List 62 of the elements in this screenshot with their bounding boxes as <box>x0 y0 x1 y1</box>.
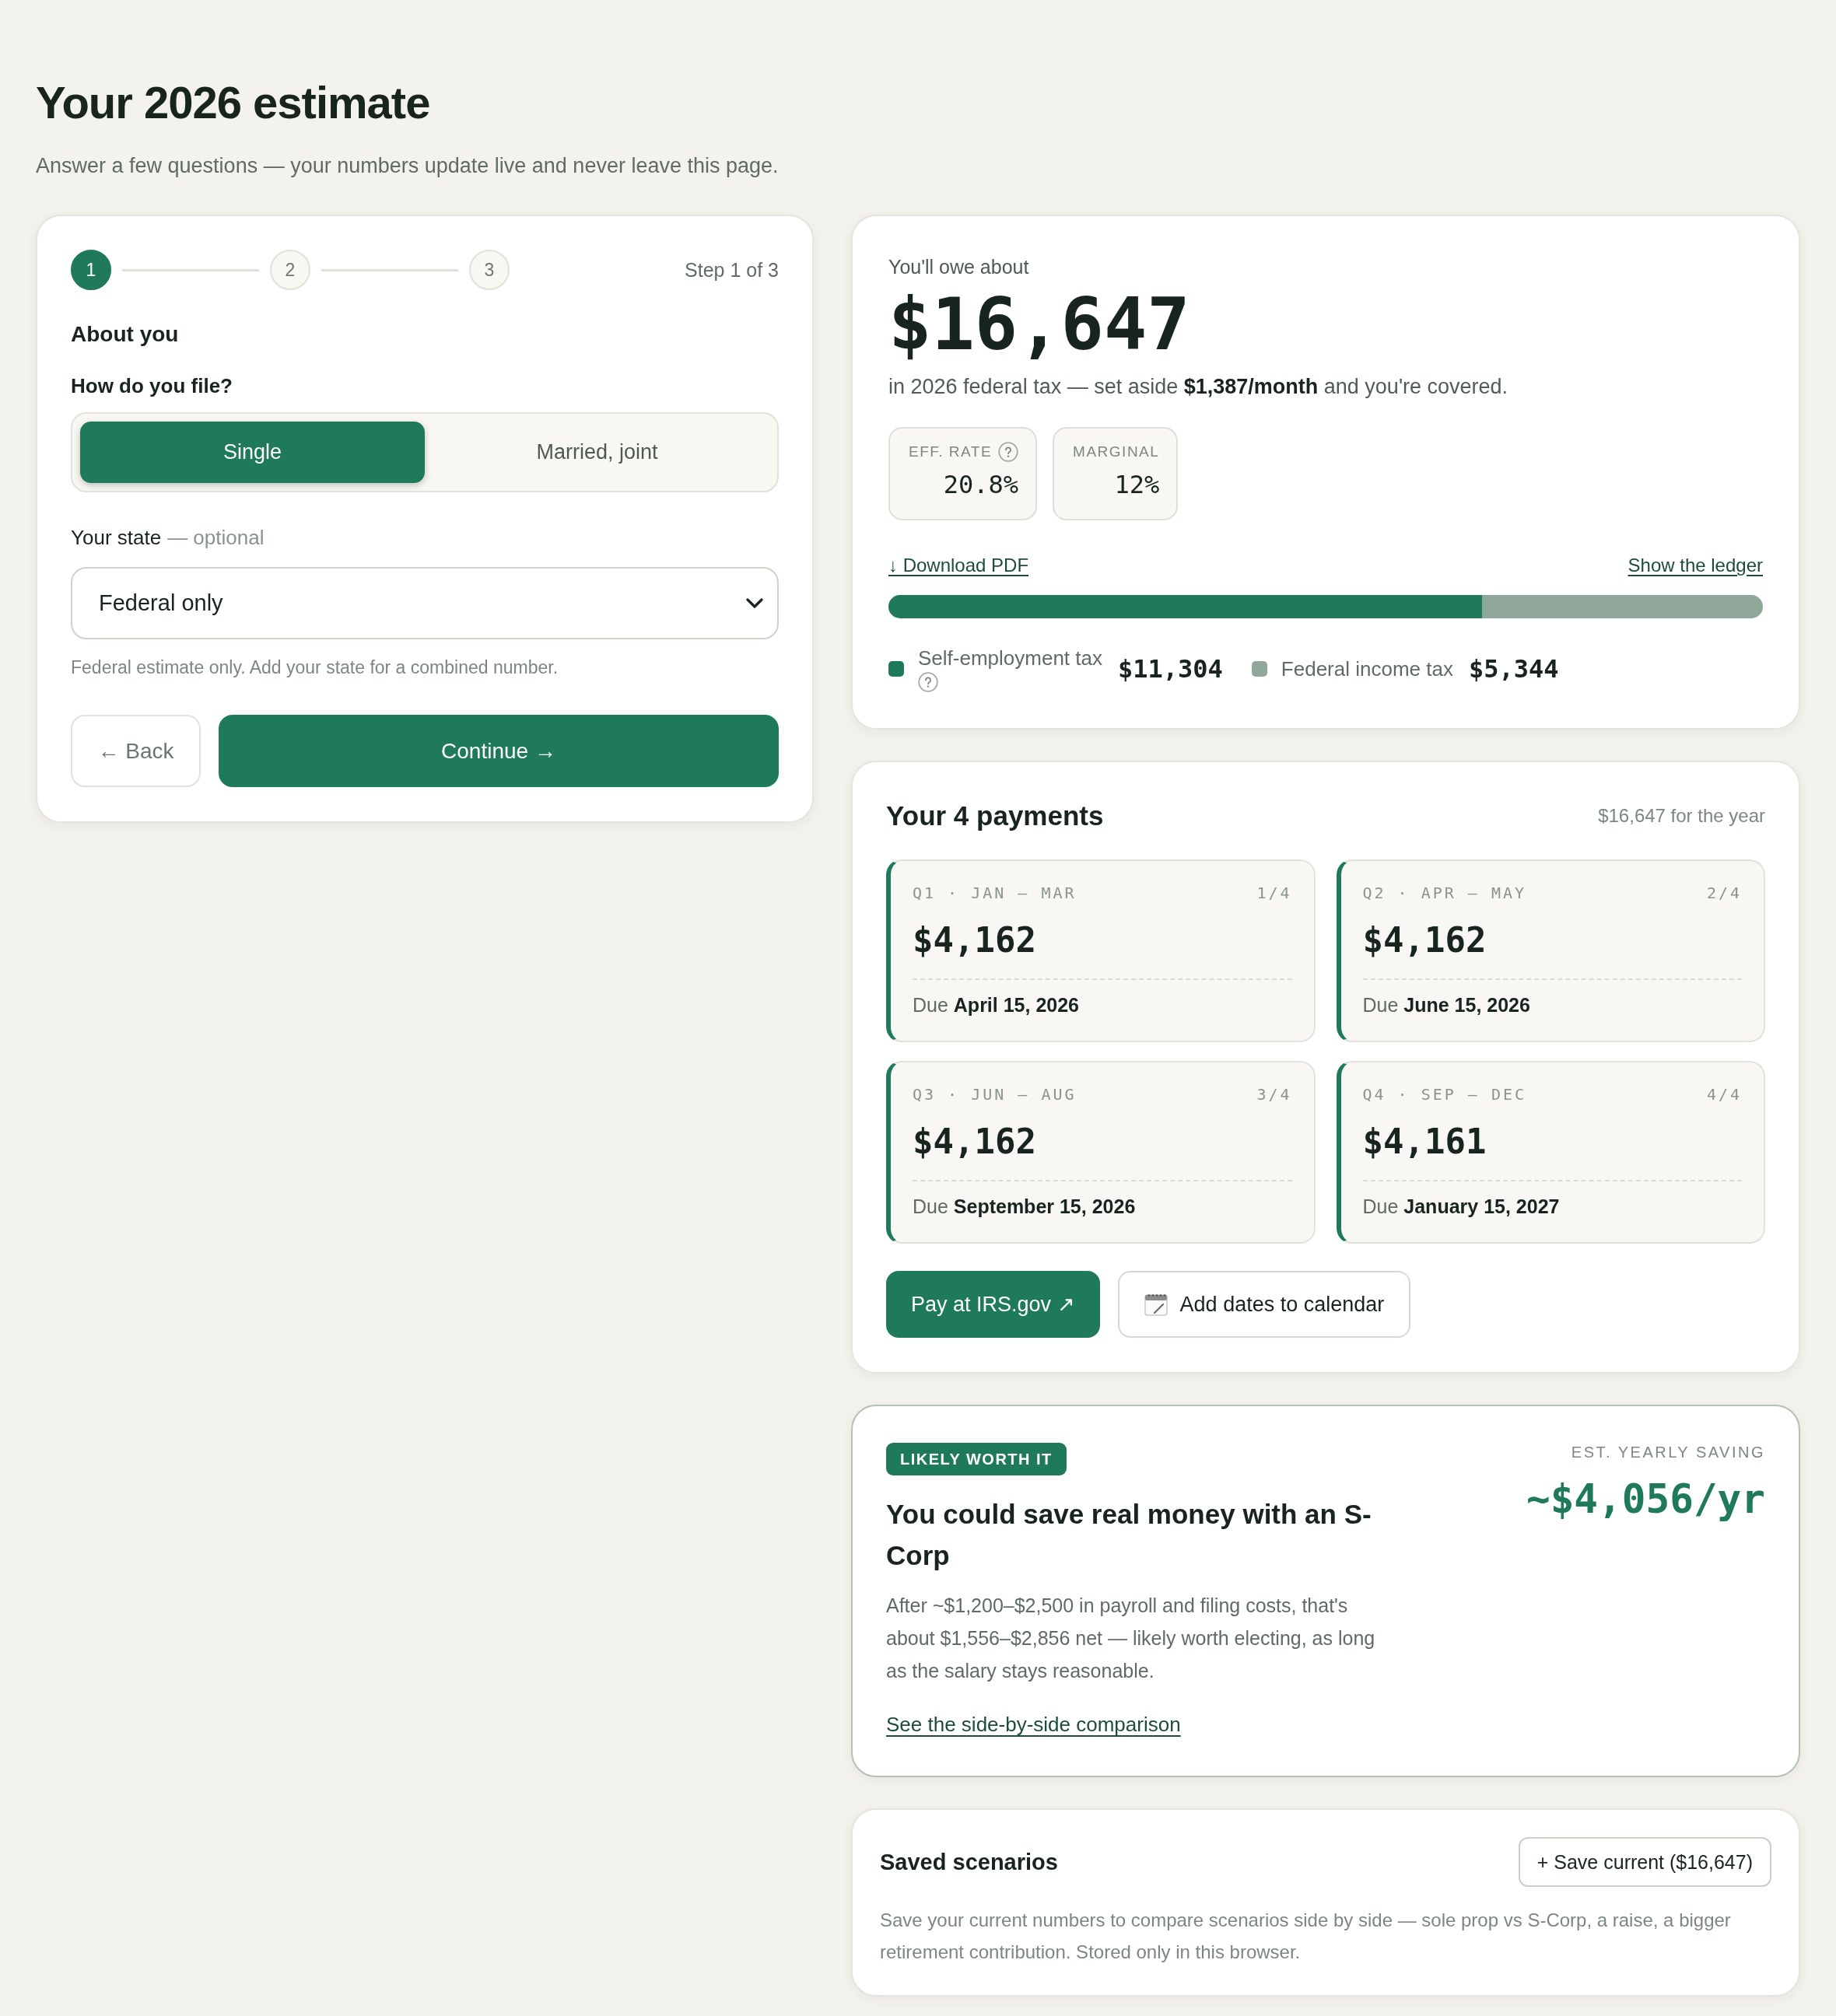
quarter-label: Q2 · APR – MAY <box>1362 883 1527 904</box>
pay-button[interactable]: Pay at IRS.gov ↗ <box>886 1271 1100 1338</box>
legend-label: Federal income tax <box>1281 656 1453 681</box>
field-label: Your state <box>71 525 162 551</box>
card-title: You could save real money with an S-Corp <box>886 1498 1372 1572</box>
estimate-total: $16,647 <box>888 285 1190 364</box>
calendar-icon <box>1144 1293 1168 1316</box>
calendar-button[interactable]: Add dates to calendar <box>1117 1271 1411 1338</box>
comparison-link[interactable]: See the side-by-side comparison <box>886 1712 1181 1737</box>
card-title: Your 4 payments <box>886 800 1104 832</box>
step-caption: Step 1 of 3 <box>685 258 779 282</box>
back-button[interactable]: ← Back <box>71 715 201 787</box>
estimate-sentence: in 2026 federal tax — set aside $1,387/month and you're covered. <box>888 374 1508 400</box>
stat-value: 12% <box>1114 469 1160 500</box>
payment-amount: $4,161 <box>1362 1121 1487 1163</box>
quarter-index: 3/4 <box>1256 1084 1292 1105</box>
due-date: Due June 15, 2026 <box>1362 993 1530 1017</box>
help-icon[interactable] <box>918 672 938 692</box>
field-label: How do you file? <box>71 373 233 399</box>
legend-amount: $5,344 <box>1468 653 1559 684</box>
optional-note: — optional <box>167 525 265 551</box>
stat-label: EFF. RATE <box>909 443 993 461</box>
payment-amount: $4,162 <box>913 919 1036 961</box>
chevron-down-icon <box>746 597 763 609</box>
hint-text: Federal estimate only. Add your state for a combined number. <box>71 656 559 679</box>
legend-label: Self-employment tax <box>918 646 1102 670</box>
card-title: Saved scenarios <box>880 1849 1058 1876</box>
quarter-label: Q1 · JAN – MAR <box>913 883 1077 904</box>
step-indicator: 2 <box>270 250 310 290</box>
ledger-link[interactable]: Show the ledger <box>1628 553 1763 578</box>
year-total-note: $16,647 for the year <box>1598 804 1765 828</box>
quarter-label: Q3 · JUN – AUG <box>913 1084 1077 1105</box>
due-date: Due January 15, 2027 <box>1362 1195 1560 1219</box>
save-button[interactable]: + Save current ($16,647) <box>1518 1837 1771 1887</box>
continue-button[interactable]: Continue → <box>219 715 779 787</box>
page-title: Your 2026 estimate <box>36 76 430 129</box>
state-select[interactable]: Federal only <box>71 567 779 639</box>
saving-value: ~$4,056/yr <box>1526 1476 1765 1523</box>
legend-amount: $11,304 <box>1118 653 1223 684</box>
step-indicator: 3 <box>469 250 510 290</box>
stat-value: 20.8% <box>943 469 1019 500</box>
payment-amount: $4,162 <box>1362 919 1487 961</box>
estimate-caption: You'll owe about <box>888 255 1029 279</box>
quarter-label: Q4 · SEP – DEC <box>1362 1084 1527 1105</box>
saving-label: EST. YEARLY SAVING <box>1571 1443 1765 1461</box>
stat-label: MARGINAL <box>1073 443 1160 461</box>
download-link[interactable]: ↓ Download PDF <box>888 553 1029 578</box>
payment-amount: $4,162 <box>913 1121 1036 1163</box>
filing-option[interactable]: Single <box>80 422 425 483</box>
card-text: Save your current numbers to compare scenarios side by side — sole prop vs S-Corp, a raise, a bigger retirement contribution. Stored only in this browser. <box>880 1909 1732 1964</box>
help-icon[interactable] <box>998 442 1019 462</box>
due-date: Due April 15, 2026 <box>913 993 1080 1017</box>
step-indicator: 1 <box>71 250 111 290</box>
page-subtitle: Answer a few questions — your numbers update live and never leave this page. <box>36 153 779 179</box>
quarter-index: 1/4 <box>1256 883 1292 904</box>
status-badge: LIKELY WORTH IT <box>886 1443 1067 1475</box>
quarter-index: 2/4 <box>1706 883 1742 904</box>
due-date: Due September 15, 2026 <box>913 1195 1136 1219</box>
card-text: After ~$1,200–$2,500 in payroll and filing costs, that's about $1,556–$2,856 net — likely worth electing, as long as the salary stays reasonable. <box>886 1594 1376 1683</box>
quarter-index: 4/4 <box>1706 1084 1742 1105</box>
section-title: About you <box>71 321 179 348</box>
filing-option[interactable]: Married, joint <box>425 422 769 483</box>
